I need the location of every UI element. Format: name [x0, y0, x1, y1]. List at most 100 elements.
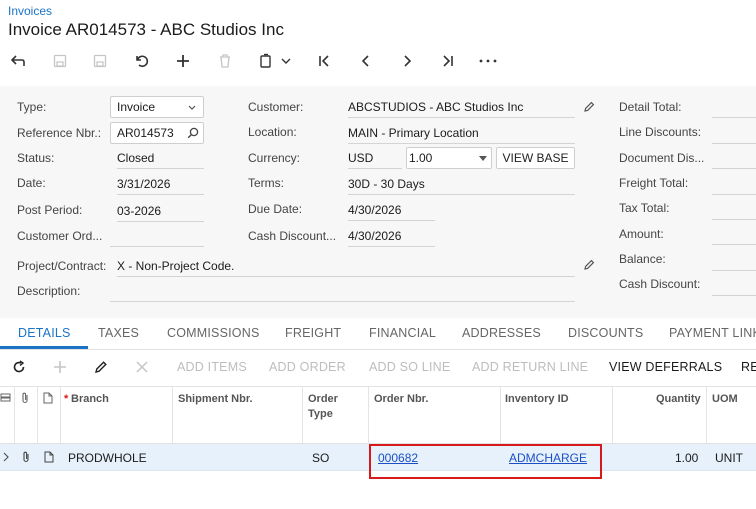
currency-rate-value: 1.00 [409, 151, 433, 165]
delete-icon [215, 51, 235, 71]
balance-field [712, 253, 756, 271]
location-value[interactable]: MAIN - Primary Location [348, 126, 575, 144]
terms-value[interactable]: 30D - 30 Days [348, 177, 575, 195]
type-value: Invoice [117, 100, 156, 114]
tab-commissions[interactable]: COMMISSIONS [167, 326, 259, 340]
edit-customer-icon[interactable] [583, 101, 595, 113]
column-header-order-type[interactable]: Order Type [308, 392, 338, 422]
amount-label: Amount: [619, 227, 664, 241]
back-icon[interactable] [8, 51, 28, 71]
edit-row-icon[interactable] [94, 360, 108, 374]
post-period-label: Post Period: [17, 203, 83, 217]
line-discounts-field [712, 126, 756, 144]
tax-total-field [712, 202, 756, 220]
previous-record-icon[interactable] [356, 51, 376, 71]
cash-discount-date-value[interactable]: 4/30/2026 [348, 229, 435, 247]
tab-payment-link[interactable]: PAYMENT LINK [669, 326, 756, 340]
post-period-value: 03-2026 [117, 204, 204, 222]
status-value: Closed [117, 151, 204, 169]
column-header-branch[interactable]: Branch [71, 392, 109, 407]
currency-label: Currency: [248, 151, 301, 165]
caret-down-icon [479, 156, 487, 161]
breadcrumb[interactable]: Invoices [8, 4, 52, 18]
balance-label: Balance: [619, 252, 666, 266]
freight-total-field [712, 177, 756, 195]
tab-addresses[interactable]: ADDRESSES [462, 326, 541, 340]
date-value: 3/31/2026 [117, 177, 204, 195]
add-so-line-button: ADD SO LINE [369, 360, 451, 374]
column-header-inventory-id[interactable]: Inventory ID [505, 392, 569, 407]
view-deferrals-button[interactable]: VIEW DEFERRALS [609, 360, 722, 374]
description-field[interactable] [110, 284, 575, 302]
last-record-icon[interactable] [438, 51, 458, 71]
currency-rate-select[interactable]: 1.00 [406, 147, 492, 169]
customer-order-label: Customer Ord... [17, 229, 103, 243]
type-label: Type: [17, 100, 47, 114]
note-icon [43, 392, 53, 404]
project-value[interactable]: X - Non-Project Code. [117, 259, 575, 277]
copy-paste-icon[interactable] [256, 51, 276, 71]
add-order-button: ADD ORDER [269, 360, 346, 374]
project-label: Project/Contract: [17, 259, 107, 273]
column-header-uom[interactable]: UOM [712, 392, 738, 407]
detail-total-label: Detail Total: [619, 100, 682, 114]
save-icon [90, 51, 110, 71]
column-header-order-type-line2: Type [308, 408, 333, 420]
cash-discount-field [712, 278, 756, 296]
column-header-shipment-nbr[interactable]: Shipment Nbr. [178, 392, 253, 407]
delete-row-icon [136, 361, 148, 373]
due-date-value[interactable]: 4/30/2026 [348, 203, 435, 221]
first-record-icon[interactable] [314, 51, 334, 71]
refnbr-value: AR014573 [117, 126, 174, 140]
location-label: Location: [248, 125, 297, 139]
attachment-icon [20, 392, 30, 404]
save-close-icon [50, 51, 70, 71]
tab-discounts[interactable]: DISCOUNTS [568, 326, 643, 340]
column-header-order-nbr[interactable]: Order Nbr. [374, 392, 428, 407]
next-record-icon[interactable] [397, 51, 417, 71]
cell-uom[interactable]: UNIT [715, 451, 743, 465]
more-grid-actions-button[interactable]: RE [741, 360, 756, 374]
date-label: Date: [17, 176, 46, 190]
cell-quantity[interactable]: 1.00 [675, 451, 698, 465]
cash-discount-label: Cash Discount: [619, 277, 701, 291]
add-icon[interactable] [173, 51, 193, 71]
due-date-label: Due Date: [248, 202, 303, 216]
status-label: Status: [17, 151, 55, 165]
view-base-button[interactable]: VIEW BASE [496, 147, 575, 169]
customer-value[interactable]: ABCSTUDIOS - ABC Studios Inc [348, 100, 575, 118]
refresh-icon[interactable] [12, 360, 26, 374]
tax-total-label: Tax Total: [619, 201, 670, 215]
row-files-icon [0, 392, 12, 404]
page-title: Invoice AR014573 - ABC Studios Inc [8, 20, 284, 39]
type-select[interactable]: Invoice [110, 96, 204, 118]
column-header-quantity[interactable]: Quantity [656, 392, 701, 407]
column-header-order-type-line1: Order [308, 393, 338, 405]
tab-freight[interactable]: FREIGHT [285, 326, 341, 340]
row-note-icon[interactable] [44, 451, 54, 463]
add-row-icon [53, 360, 67, 374]
required-marker: * [64, 393, 69, 405]
undo-icon[interactable] [132, 51, 152, 71]
add-return-line-button: ADD RETURN LINE [472, 360, 589, 374]
tab-taxes[interactable]: TAXES [98, 326, 139, 340]
search-icon[interactable] [187, 127, 199, 139]
customer-order-field[interactable] [110, 229, 204, 247]
description-label: Description: [17, 284, 81, 298]
more-actions-icon[interactable] [478, 51, 498, 71]
currency-value[interactable]: USD [348, 151, 402, 169]
freight-total-label: Freight Total: [619, 176, 689, 190]
cell-order-type[interactable]: SO [312, 451, 329, 465]
edit-project-icon[interactable] [583, 259, 595, 271]
tab-financial[interactable]: FINANCIAL [369, 326, 436, 340]
line-discounts-label: Line Discounts: [619, 125, 702, 139]
cash-discount-date-label: Cash Discount... [248, 229, 337, 243]
row-expand-chevron-icon[interactable] [3, 452, 9, 462]
cell-branch[interactable]: PRODWHOLE [68, 451, 147, 465]
tab-divider [0, 349, 756, 350]
refnbr-input[interactable]: AR014573 [110, 122, 204, 144]
tab-details[interactable]: DETAILS [18, 326, 71, 340]
chevron-down-icon[interactable] [279, 51, 293, 71]
row-attachment-icon[interactable] [21, 451, 31, 463]
customer-label: Customer: [248, 100, 304, 114]
